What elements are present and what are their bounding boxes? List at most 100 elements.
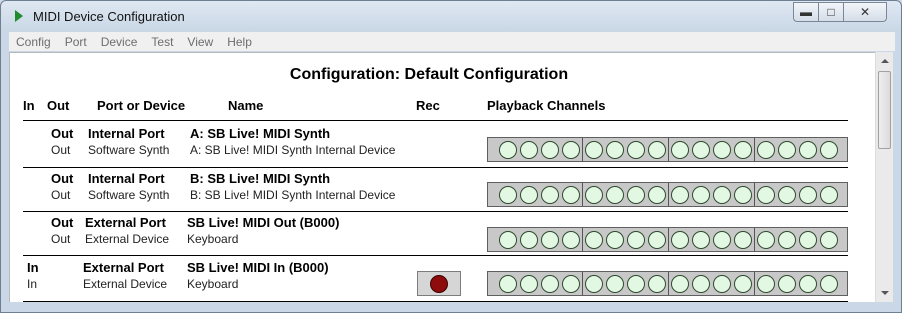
- device-name: A: SB Live! MIDI Synth Internal Device: [190, 143, 396, 157]
- channel-indicator[interactable]: [499, 230, 517, 249]
- channel-indicator[interactable]: [520, 140, 538, 159]
- channel-indicator[interactable]: [648, 230, 666, 249]
- vertical-scrollbar[interactable]: [875, 52, 893, 302]
- channel-indicator[interactable]: [499, 274, 517, 293]
- channel-indicator[interactable]: [541, 274, 559, 293]
- menu-help[interactable]: Help: [220, 35, 259, 49]
- channel-indicator[interactable]: [692, 140, 710, 159]
- channel-indicator[interactable]: [671, 274, 689, 293]
- scroll-thumb[interactable]: [878, 71, 891, 149]
- device-row[interactable]: Out Internal Port A: SB Live! MIDI Synth…: [10, 124, 875, 168]
- channel-group: [582, 183, 666, 206]
- channel-indicator[interactable]: [757, 230, 775, 249]
- divider: [23, 211, 848, 212]
- channel-indicator[interactable]: [520, 230, 538, 249]
- scroll-down-icon[interactable]: [881, 291, 889, 295]
- channel-indicator[interactable]: [671, 230, 689, 249]
- menu-port[interactable]: Port: [58, 35, 94, 49]
- channel-indicator[interactable]: [778, 140, 796, 159]
- channel-indicator[interactable]: [627, 140, 645, 159]
- channel-indicator[interactable]: [520, 185, 538, 204]
- channel-indicator[interactable]: [734, 274, 752, 293]
- menu-device[interactable]: Device: [94, 35, 145, 49]
- channel-indicator[interactable]: [562, 140, 580, 159]
- channel-indicator[interactable]: [627, 185, 645, 204]
- channel-indicator[interactable]: [799, 185, 817, 204]
- channel-indicator[interactable]: [648, 185, 666, 204]
- record-button[interactable]: [417, 271, 461, 296]
- channel-indicator[interactable]: [627, 274, 645, 293]
- channel-indicator[interactable]: [799, 274, 817, 293]
- menu-test[interactable]: Test: [144, 35, 180, 49]
- channel-indicator[interactable]: [778, 185, 796, 204]
- channel-indicator[interactable]: [606, 140, 624, 159]
- divider: [23, 167, 848, 168]
- channel-indicator[interactable]: [585, 185, 603, 204]
- channel-indicator[interactable]: [734, 140, 752, 159]
- close-button[interactable]: ✕: [844, 2, 887, 22]
- minimize-button[interactable]: ▬: [793, 2, 819, 22]
- channel-indicator[interactable]: [778, 274, 796, 293]
- channel-indicator[interactable]: [627, 230, 645, 249]
- channel-indicator[interactable]: [585, 230, 603, 249]
- maximize-button[interactable]: □: [819, 2, 844, 22]
- channel-indicator[interactable]: [585, 140, 603, 159]
- port-name: SB Live! MIDI In (B000): [187, 260, 329, 275]
- channel-indicator[interactable]: [606, 185, 624, 204]
- channel-indicator[interactable]: [541, 230, 559, 249]
- channel-indicator[interactable]: [713, 140, 731, 159]
- channel-indicator[interactable]: [541, 140, 559, 159]
- minimize-icon: ▬: [800, 5, 812, 19]
- device-row[interactable]: In External Port SB Live! MIDI In (B000)…: [10, 258, 875, 302]
- channel-indicator[interactable]: [820, 274, 838, 293]
- channel-indicator[interactable]: [820, 230, 838, 249]
- channel-indicator[interactable]: [820, 140, 838, 159]
- channel-indicator[interactable]: [648, 140, 666, 159]
- channel-indicator[interactable]: [671, 140, 689, 159]
- channel-indicator[interactable]: [692, 185, 710, 204]
- channel-indicator[interactable]: [520, 274, 538, 293]
- configuration-panel: Configuration: Default Configuration In …: [9, 52, 875, 302]
- device-direction: Out: [51, 188, 71, 202]
- record-icon: [430, 274, 448, 293]
- channel-indicator[interactable]: [713, 185, 731, 204]
- port-type: Internal Port: [88, 171, 165, 186]
- channel-indicator[interactable]: [778, 230, 796, 249]
- channel-indicator[interactable]: [757, 140, 775, 159]
- channel-indicator[interactable]: [713, 230, 731, 249]
- channel-indicator[interactable]: [734, 185, 752, 204]
- channel-indicator[interactable]: [499, 140, 517, 159]
- port-name: B: SB Live! MIDI Synth: [190, 171, 331, 186]
- menu-config[interactable]: Config: [9, 35, 58, 49]
- channel-indicator[interactable]: [562, 274, 580, 293]
- channel-indicator[interactable]: [820, 185, 838, 204]
- channel-indicator[interactable]: [499, 185, 517, 204]
- channel-indicator[interactable]: [692, 274, 710, 293]
- channel-indicator[interactable]: [713, 274, 731, 293]
- scroll-up-icon[interactable]: [881, 59, 889, 63]
- device-type: Software Synth: [88, 143, 170, 157]
- divider: [23, 120, 848, 121]
- menu-view[interactable]: View: [180, 35, 220, 49]
- playback-channels: [487, 182, 848, 207]
- channel-indicator[interactable]: [671, 185, 689, 204]
- device-row[interactable]: Out External Port SB Live! MIDI Out (B00…: [10, 213, 875, 257]
- channel-indicator[interactable]: [562, 185, 580, 204]
- device-direction: In: [27, 277, 38, 291]
- channel-indicator[interactable]: [692, 230, 710, 249]
- channel-indicator[interactable]: [757, 274, 775, 293]
- channel-indicator[interactable]: [606, 274, 624, 293]
- channel-indicator[interactable]: [562, 230, 580, 249]
- channel-indicator[interactable]: [799, 140, 817, 159]
- device-row[interactable]: Out Internal Port B: SB Live! MIDI Synth…: [10, 169, 875, 213]
- device-name: Keyboard: [187, 277, 239, 291]
- channel-indicator[interactable]: [648, 274, 666, 293]
- channel-indicator[interactable]: [734, 230, 752, 249]
- channel-indicator[interactable]: [541, 185, 559, 204]
- close-icon: ✕: [859, 5, 871, 19]
- channel-indicator[interactable]: [799, 230, 817, 249]
- channel-indicator[interactable]: [757, 185, 775, 204]
- channel-indicator[interactable]: [606, 230, 624, 249]
- channel-indicator[interactable]: [585, 274, 603, 293]
- title-bar[interactable]: MIDI Device Configuration ▬ □ ✕: [1, 1, 901, 31]
